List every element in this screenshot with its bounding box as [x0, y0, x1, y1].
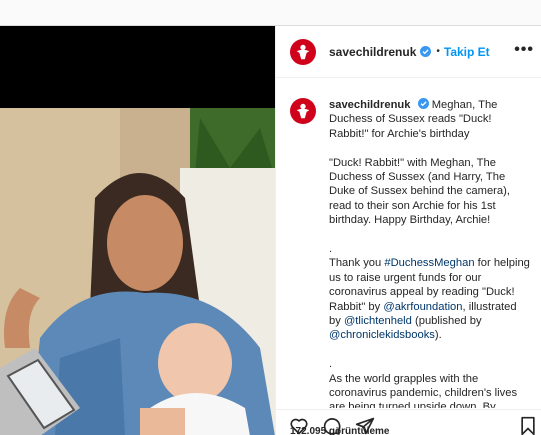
caption-paragraph-1: "Duck! Rabbit!" with Meghan, The Duchess…: [329, 156, 510, 227]
bookmark-icon[interactable]: [518, 416, 538, 435]
mention-link[interactable]: @chroniclekidsbooks: [329, 329, 435, 341]
caption-avatar[interactable]: [290, 98, 316, 124]
account-avatar[interactable]: [290, 38, 316, 65]
save-the-children-logo: [296, 44, 310, 59]
caption-text: savechildrenuk Meghan, The Duchess of Su…: [329, 98, 530, 408]
mention-link[interactable]: @tlichtenheld: [344, 315, 412, 327]
post-side-panel: savechildrenuk • Takip Et ••• savechildr…: [275, 26, 541, 435]
caption-headline: savechildrenuk Meghan, The Duchess of Su…: [329, 98, 530, 141]
video-player[interactable]: [0, 26, 275, 435]
caption-text-span: ).: [434, 329, 442, 342]
video-frame-image: [0, 108, 275, 435]
view-count[interactable]: 172.095 görüntüleme: [290, 426, 389, 435]
caption-text-span: (published by: [411, 315, 482, 328]
caption-separator-2: .: [329, 358, 333, 371]
caption-scroll-area[interactable]: savechildrenuk Meghan, The Duchess of Su…: [290, 98, 530, 408]
mention-link[interactable]: @akrfoundation: [383, 301, 462, 313]
instagram-post-page: savechildrenuk • Takip Et ••• savechildr…: [0, 0, 541, 435]
verified-icon: [420, 46, 432, 57]
verified-icon: [417, 98, 429, 109]
more-options-icon[interactable]: •••: [514, 41, 534, 59]
account-username[interactable]: savechildrenuk: [329, 45, 416, 59]
post-header: savechildrenuk • Takip Et •••: [276, 26, 541, 78]
separator-dot: •: [436, 46, 440, 57]
caption-username[interactable]: savechildrenuk: [329, 99, 410, 111]
caption-paragraph-3: As the world grapples with the coronavir…: [329, 372, 518, 408]
follow-button[interactable]: Takip Et: [444, 45, 490, 59]
save-the-children-logo: [296, 103, 310, 119]
top-strip: [0, 0, 541, 25]
caption-text-span: Thank you: [329, 257, 385, 270]
caption-paragraph-2: Thank you #DuchessMeghan for helping us …: [329, 256, 530, 342]
post-card: savechildrenuk • Takip Et ••• savechildr…: [0, 25, 541, 435]
hashtag-link[interactable]: #DuchessMeghan: [384, 257, 474, 269]
caption-separator-1: .: [329, 243, 333, 256]
